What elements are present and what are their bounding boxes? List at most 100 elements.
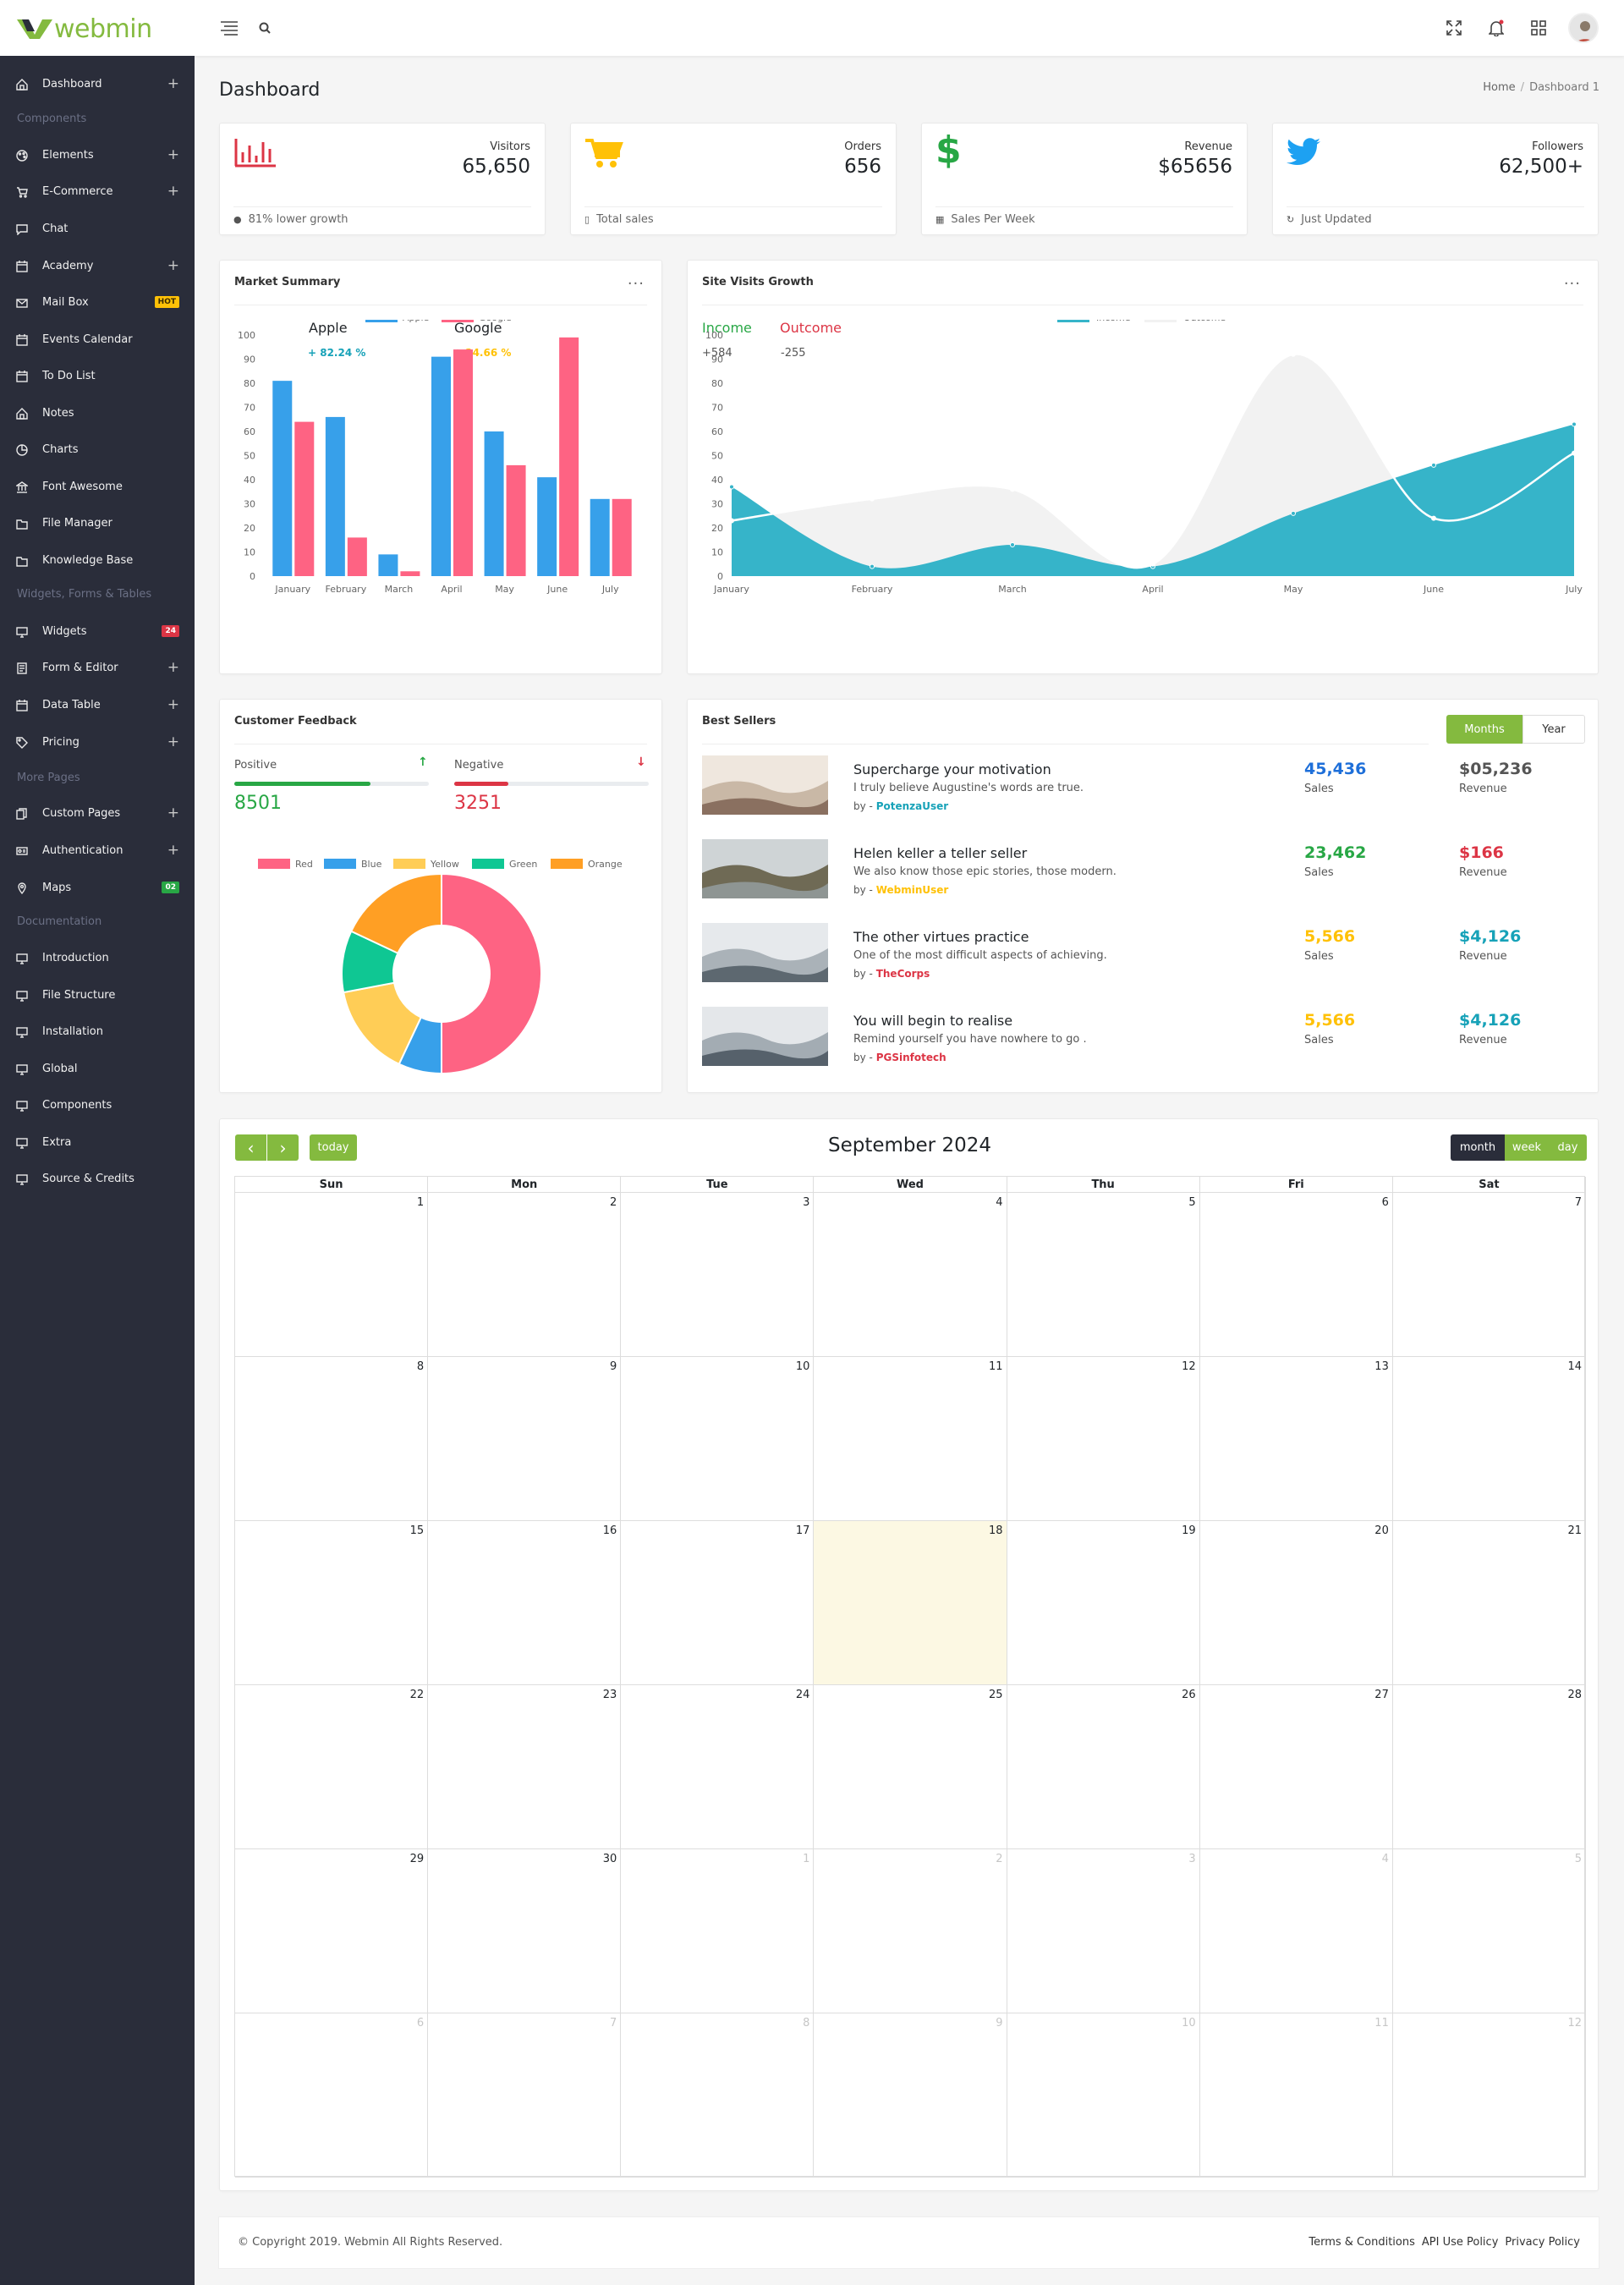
calendar-day-cell[interactable]: 12: [1392, 2013, 1586, 2178]
expand-plus-icon[interactable]: +: [167, 842, 179, 859]
expand-plus-icon[interactable]: +: [167, 805, 179, 821]
best-seller-row[interactable]: The other virtues practice One of the mos…: [702, 923, 1597, 989]
sidebar-item-to-do-list[interactable]: To Do List: [0, 363, 195, 388]
view-month-button[interactable]: month: [1451, 1134, 1505, 1161]
view-day-button[interactable]: day: [1549, 1134, 1587, 1161]
calendar-day-cell[interactable]: 1: [621, 1849, 815, 2013]
sidebar-item-e-commerce[interactable]: E-Commerce +: [0, 179, 195, 204]
calendar-day-cell[interactable]: 6: [1199, 1193, 1393, 1357]
sidebar-item-academy[interactable]: Academy +: [0, 253, 195, 278]
seller-author[interactable]: WebminUser: [876, 884, 949, 896]
menu-toggle-icon[interactable]: [218, 17, 240, 39]
best-seller-row[interactable]: Helen keller a teller seller We also know…: [702, 839, 1597, 905]
calendar-day-cell[interactable]: 8: [621, 2013, 815, 2178]
sidebar-item-custom-pages[interactable]: Custom Pages +: [0, 800, 195, 826]
calendar-day-cell[interactable]: 11: [1199, 2013, 1393, 2178]
calendar-day-cell[interactable]: 22: [235, 1685, 429, 1849]
sidebar-item-font-awesome[interactable]: Font Awesome: [0, 474, 195, 499]
calendar-day-cell[interactable]: 16: [428, 1521, 622, 1685]
expand-plus-icon[interactable]: +: [167, 183, 179, 200]
expand-plus-icon[interactable]: +: [167, 733, 179, 750]
calendar-day-cell[interactable]: 18: [814, 1521, 1007, 1685]
sidebar-item-elements[interactable]: Elements +: [0, 142, 195, 168]
footer-link-api[interactable]: API Use Policy: [1422, 2236, 1499, 2249]
expand-plus-icon[interactable]: +: [167, 75, 179, 92]
calendar-day-cell[interactable]: 20: [1199, 1521, 1393, 1685]
seller-title[interactable]: Helen keller a teller seller: [853, 845, 1027, 861]
sidebar-item-file-structure[interactable]: File Structure: [0, 982, 195, 1008]
calendar-day-cell[interactable]: 25: [814, 1685, 1007, 1849]
sidebar-item-components[interactable]: Components: [0, 1092, 195, 1118]
calendar-day-cell[interactable]: 24: [621, 1685, 815, 1849]
search-icon[interactable]: [254, 17, 276, 39]
seller-author[interactable]: PotenzaUser: [876, 800, 948, 812]
tab-year[interactable]: Year: [1522, 715, 1585, 744]
sidebar-item-knowledge-base[interactable]: Knowledge Base: [0, 547, 195, 573]
calendar-day-cell[interactable]: 9: [814, 2013, 1007, 2178]
calendar-day-cell[interactable]: 19: [1007, 1521, 1200, 1685]
calendar-day-cell[interactable]: 8: [235, 1357, 429, 1521]
expand-plus-icon[interactable]: +: [167, 146, 179, 163]
sidebar-item-introduction[interactable]: Introduction: [0, 945, 195, 970]
sidebar-item-pricing[interactable]: Pricing +: [0, 729, 195, 755]
breadcrumb-home[interactable]: Home: [1483, 81, 1515, 94]
calendar-day-cell[interactable]: 1: [235, 1193, 429, 1357]
best-seller-row[interactable]: Supercharge your motivation I truly belie…: [702, 755, 1597, 821]
sidebar-item-source-credits[interactable]: Source & Credits: [0, 1166, 195, 1191]
bell-icon[interactable]: [1485, 17, 1507, 39]
more-menu-icon[interactable]: ...: [1564, 271, 1581, 288]
sidebar-item-maps[interactable]: Maps 02: [0, 875, 195, 900]
expand-plus-icon[interactable]: +: [167, 696, 179, 713]
sidebar-item-mail-box[interactable]: Mail Box HOT: [0, 289, 195, 315]
expand-plus-icon[interactable]: +: [167, 659, 179, 676]
calendar-day-cell[interactable]: 21: [1392, 1521, 1586, 1685]
sidebar-item-notes[interactable]: Notes: [0, 400, 195, 426]
calendar-day-cell[interactable]: 27: [1199, 1685, 1393, 1849]
calendar-day-cell[interactable]: 28: [1392, 1685, 1586, 1849]
sidebar-item-global[interactable]: Global: [0, 1056, 195, 1081]
seller-title[interactable]: The other virtues practice: [853, 929, 1029, 945]
calendar-day-cell[interactable]: 15: [235, 1521, 429, 1685]
calendar-day-cell[interactable]: 7: [428, 2013, 622, 2178]
seller-author[interactable]: PGSinfotech: [876, 1052, 946, 1063]
calendar-day-cell[interactable]: 2: [814, 1849, 1007, 2013]
sidebar-item-extra[interactable]: Extra: [0, 1129, 195, 1155]
sidebar-item-data-table[interactable]: Data Table +: [0, 692, 195, 717]
calendar-day-cell[interactable]: 9: [428, 1357, 622, 1521]
sidebar-item-widgets[interactable]: Widgets 24: [0, 618, 195, 644]
best-seller-row[interactable]: You will begin to realise Remind yourself…: [702, 1007, 1597, 1073]
sidebar-item-installation[interactable]: Installation: [0, 1019, 195, 1044]
calendar-day-cell[interactable]: 7: [1392, 1193, 1586, 1357]
calendar-day-cell[interactable]: 3: [621, 1193, 815, 1357]
calendar-day-cell[interactable]: 29: [235, 1849, 429, 2013]
calendar-day-cell[interactable]: 17: [621, 1521, 815, 1685]
grid-apps-icon[interactable]: [1528, 17, 1550, 39]
sidebar-item-file-manager[interactable]: File Manager: [0, 510, 195, 536]
calendar-day-cell[interactable]: 12: [1007, 1357, 1200, 1521]
seller-title[interactable]: You will begin to realise: [853, 1013, 1012, 1029]
fullscreen-icon[interactable]: [1443, 17, 1465, 39]
view-week-button[interactable]: week: [1505, 1134, 1549, 1161]
calendar-day-cell[interactable]: 5: [1007, 1193, 1200, 1357]
calendar-day-cell[interactable]: 10: [1007, 2013, 1200, 2178]
calendar-day-cell[interactable]: 10: [621, 1357, 815, 1521]
calendar-day-cell[interactable]: 5: [1392, 1849, 1586, 2013]
more-menu-icon[interactable]: ...: [628, 271, 645, 288]
sidebar-item-events-calendar[interactable]: Events Calendar: [0, 327, 195, 352]
calendar-day-cell[interactable]: 26: [1007, 1685, 1200, 1849]
seller-author[interactable]: TheCorps: [876, 968, 930, 980]
calendar-day-cell[interactable]: 30: [428, 1849, 622, 2013]
expand-plus-icon[interactable]: +: [167, 257, 179, 274]
sidebar-item-form-editor[interactable]: Form & Editor +: [0, 655, 195, 680]
sidebar-item-charts[interactable]: Charts: [0, 437, 195, 462]
calendar-day-cell[interactable]: 4: [814, 1193, 1007, 1357]
calendar-day-cell[interactable]: 11: [814, 1357, 1007, 1521]
tab-months[interactable]: Months: [1446, 715, 1522, 744]
seller-title[interactable]: Supercharge your motivation: [853, 761, 1051, 777]
sidebar-item-chat[interactable]: Chat: [0, 216, 195, 241]
calendar-day-cell[interactable]: 3: [1007, 1849, 1200, 2013]
calendar-day-cell[interactable]: 6: [235, 2013, 429, 2178]
sidebar-item-authentication[interactable]: Authentication +: [0, 838, 195, 863]
sidebar-item-dashboard[interactable]: Dashboard +: [0, 71, 195, 96]
calendar-day-cell[interactable]: 14: [1392, 1357, 1586, 1521]
